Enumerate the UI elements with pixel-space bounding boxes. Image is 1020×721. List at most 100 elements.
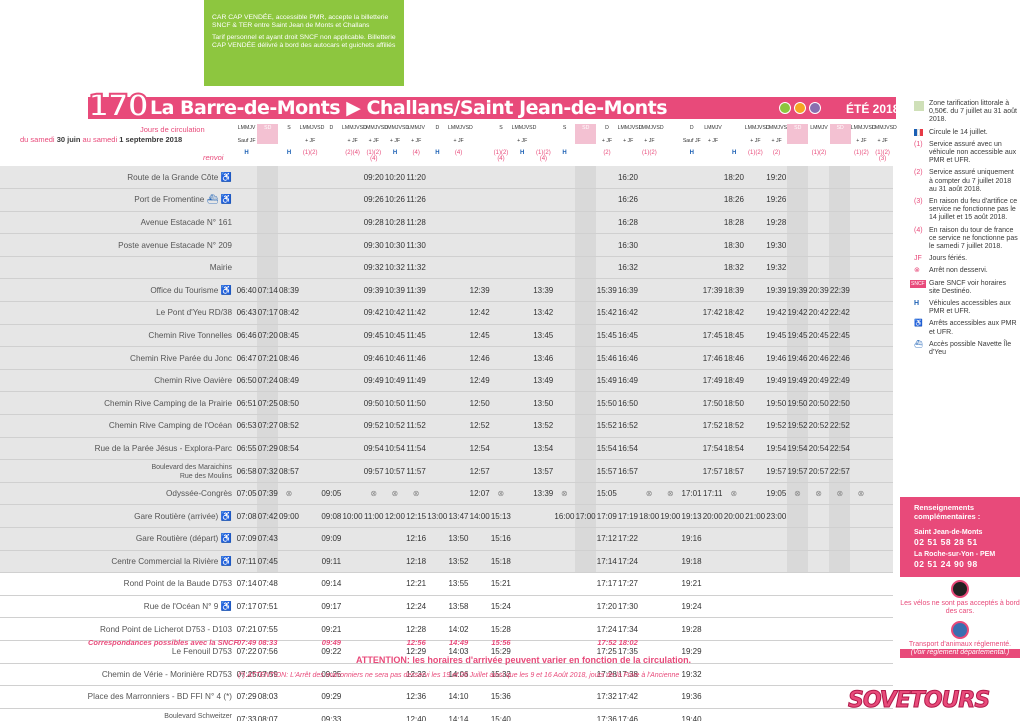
time-cell: 07:39 [257, 482, 279, 506]
time-cell: 17:36 [596, 708, 618, 721]
time-cell [744, 550, 766, 574]
time-cell [850, 550, 872, 574]
time-cell [786, 166, 809, 190]
time-cell [532, 211, 554, 235]
info-tel1[interactable]: 02 51 58 28 51 [914, 537, 1014, 547]
stop-label: Chemin Rive Camping de la Prairie [104, 398, 232, 408]
time-cell: 20:42 [808, 301, 830, 325]
circulation-label: Jours de circulation [140, 125, 205, 134]
time-cell [299, 414, 321, 438]
time-cell [765, 663, 787, 687]
time-cell [808, 685, 830, 709]
legend-text: Gare SNCF voir horaires site Destinéo. [929, 279, 1007, 295]
time-cell: 13:45 [532, 324, 554, 348]
column-ref: (1)(2) [854, 150, 869, 156]
time-cell [829, 640, 851, 664]
time-cell [575, 685, 597, 709]
legend-item: Circule le 14 juillet. [900, 128, 1018, 137]
time-cell [447, 233, 470, 257]
time-cell [299, 233, 321, 257]
time-cell: 19:57 [765, 459, 787, 483]
time-cell [299, 459, 321, 483]
time-cell [469, 188, 491, 212]
time-cell: 19:00 [659, 504, 681, 528]
time-cell [511, 437, 533, 461]
time-cell [829, 188, 851, 212]
time-cell: 12:46 [469, 346, 491, 370]
legend-item: ⛴ Accès possible Navette Île d'Yeu [900, 341, 1018, 357]
time-cell: 17:22 [617, 527, 639, 551]
time-cell: 18:57 [723, 459, 745, 483]
time-cell [808, 256, 830, 280]
time-cell [659, 391, 681, 416]
time-cell [596, 188, 618, 212]
time-cell [278, 256, 300, 280]
time-cell: 10:28 [384, 211, 406, 235]
time-cell: 12:15 [405, 504, 427, 528]
table-row: Gare Routière (départ) ♿ 07:09 07:43 09:09 1… [0, 527, 893, 551]
time-cell [320, 324, 342, 348]
time-cell: 10:52 [384, 414, 406, 438]
time-cell [575, 482, 597, 506]
time-cell [278, 188, 300, 212]
time-cell [786, 572, 809, 596]
info-tel2[interactable]: 02 51 24 90 98 [914, 559, 1014, 569]
time-cell: 15:24 [490, 595, 512, 619]
correspondances-label: Correspondances possibles avec la SNCF [88, 638, 239, 647]
days-text: LMMJVSD [872, 125, 897, 131]
attention-note: ATTENTION: les horaires d'arrivée peuven… [356, 655, 692, 665]
time-cell [426, 211, 448, 235]
time-cell: 18:52 [723, 414, 745, 438]
stop-label: Rue de la Parée Jésus - Explora-Parc [94, 443, 232, 453]
time-cell [850, 617, 872, 641]
time-cell: 19:50 [765, 391, 787, 416]
time-cell [490, 324, 512, 348]
column-ref: (1)(2)(4) [366, 150, 382, 162]
note-text: + JF [411, 138, 422, 144]
time-cell [490, 391, 512, 416]
legend-text: Circule le 14 juillet. [929, 128, 988, 136]
time-cell [426, 617, 448, 641]
time-cell: 07:48 [257, 572, 279, 596]
time-cell [786, 595, 809, 619]
time-cell [744, 640, 766, 664]
time-cell [341, 617, 364, 641]
time-cell [447, 414, 470, 438]
time-cell [659, 324, 681, 348]
column-ref: (1)(2) [302, 150, 318, 156]
time-cell: ⊗ [723, 482, 745, 506]
zone-swatch-icon [914, 101, 924, 111]
time-cell [299, 188, 321, 212]
time-cell [680, 414, 703, 438]
time-cell [447, 256, 470, 280]
time-cell [723, 617, 745, 641]
time-cell: 13:42 [532, 301, 554, 325]
time-cell [447, 482, 470, 506]
time-cell [553, 459, 575, 483]
column-days: S [554, 125, 575, 138]
stop-label: Route de la Grande Côte [127, 172, 219, 182]
time-cell [299, 527, 321, 551]
time-cell [320, 278, 342, 303]
legend-item: Zone tarification littorale à 0,50€. du … [900, 100, 1018, 125]
wheelchair-icon: ♿ [218, 510, 232, 521]
legend-symbol: (3) [914, 198, 923, 206]
time-cell [384, 527, 406, 551]
time-cell: 20:50 [808, 391, 830, 416]
time-cell [299, 640, 321, 664]
time-cell [829, 550, 851, 574]
time-cell [299, 324, 321, 348]
correspondance-time: 08:33 [258, 638, 278, 647]
time-cell [426, 391, 448, 416]
note-text: Sauf JF [237, 138, 256, 144]
time-cell [511, 595, 533, 619]
time-cell [553, 369, 575, 393]
time-cell [363, 550, 385, 574]
time-cell [426, 233, 448, 257]
stop-name: Chemin Rive Oavière [0, 369, 236, 393]
time-cell [680, 324, 703, 348]
column-days: SD [257, 125, 278, 138]
legend-text: Arrêts accessibles aux PMR et UFR. [929, 320, 1017, 336]
days-text: D [329, 125, 334, 131]
time-cell [469, 685, 491, 709]
